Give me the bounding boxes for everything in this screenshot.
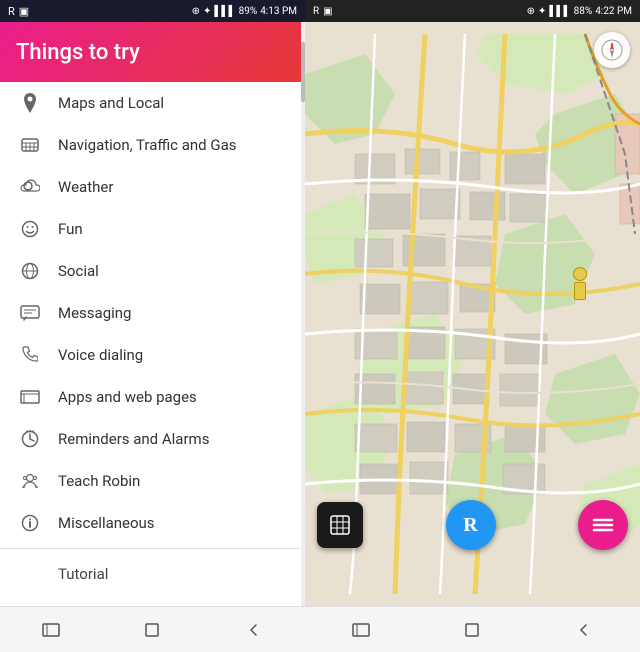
fun-icon bbox=[16, 218, 44, 240]
right-bottom-nav bbox=[305, 606, 640, 652]
right-notification: ▣ bbox=[323, 6, 332, 17]
messaging-icon bbox=[16, 302, 44, 324]
navigation-label: Navigation, Traffic and Gas bbox=[58, 136, 236, 154]
menu-divider bbox=[0, 548, 305, 549]
apps-label: Apps and web pages bbox=[58, 388, 197, 406]
menu-item-teach[interactable]: Teach Robin bbox=[0, 460, 305, 502]
prev-button-left[interactable] bbox=[234, 610, 274, 650]
time-left: 4:13 PM bbox=[260, 6, 297, 17]
app-header: Things to try bbox=[0, 22, 305, 82]
right-wifi: ⊕ bbox=[527, 6, 535, 17]
pegman-body bbox=[574, 282, 586, 300]
pin-icon bbox=[16, 92, 44, 114]
right-signal: ▌▌▌ bbox=[549, 6, 570, 17]
robin-button[interactable]: R bbox=[446, 500, 496, 550]
menu-item-apps[interactable]: Apps and web pages bbox=[0, 376, 305, 418]
apps-icon bbox=[16, 386, 44, 408]
navigation-icon bbox=[16, 134, 44, 156]
teach-label: Teach Robin bbox=[58, 472, 140, 490]
social-label: Social bbox=[58, 262, 99, 280]
map-grid-button[interactable] bbox=[317, 502, 363, 548]
right-time: 4:22 PM bbox=[595, 6, 632, 17]
menu-button[interactable] bbox=[578, 500, 628, 550]
teach-icon bbox=[16, 470, 44, 492]
notification-icon: ▣ bbox=[19, 5, 29, 18]
right-status-bar: R ▣ ⊕ ✦ ▌▌▌ 88% 4:22 PM bbox=[305, 0, 640, 22]
status-left: R ▣ bbox=[8, 5, 29, 18]
social-icon bbox=[16, 260, 44, 282]
weather-label: Weather bbox=[58, 178, 113, 196]
right-status-right: ⊕ ✦ ▌▌▌ 88% 4:22 PM bbox=[527, 6, 632, 17]
menu-item-messaging[interactable]: Messaging bbox=[0, 292, 305, 334]
wifi-icon: ⊕ bbox=[192, 6, 200, 17]
pegman-figure bbox=[570, 267, 590, 303]
messaging-label: Messaging bbox=[58, 304, 131, 322]
status-right: ⊕ ✦ ▌▌▌ 89% 4:13 PM bbox=[192, 6, 297, 17]
right-app-icon: R bbox=[313, 6, 319, 17]
pegman-head bbox=[573, 267, 587, 281]
reminders-label: Reminders and Alarms bbox=[58, 430, 209, 448]
menu-list: Maps and Local Navigation, Traffic and G… bbox=[0, 82, 305, 606]
submenu-tutorial[interactable]: Tutorial bbox=[0, 553, 305, 595]
back-button-right[interactable] bbox=[341, 610, 381, 650]
submenu-type-query[interactable]: Type query bbox=[0, 595, 305, 606]
menu-item-navigation[interactable]: Navigation, Traffic and Gas bbox=[0, 124, 305, 166]
weather-icon bbox=[16, 176, 44, 198]
left-panel: R ▣ ⊕ ✦ ▌▌▌ 89% 4:13 PM Things to try Ma… bbox=[0, 0, 305, 652]
compass-button[interactable]: N bbox=[594, 32, 630, 68]
prev-button-right[interactable] bbox=[564, 610, 604, 650]
home-button-left[interactable] bbox=[132, 610, 172, 650]
fun-label: Fun bbox=[58, 220, 83, 238]
phone-icon bbox=[16, 344, 44, 366]
map-area[interactable]: N R bbox=[305, 22, 640, 606]
menu-item-maps[interactable]: Maps and Local bbox=[0, 82, 305, 124]
left-bottom-nav bbox=[0, 606, 305, 652]
menu-item-fun[interactable]: Fun bbox=[0, 208, 305, 250]
home-button-right[interactable] bbox=[452, 610, 492, 650]
menu-item-voice[interactable]: Voice dialing bbox=[0, 334, 305, 376]
menu-item-reminders[interactable]: Reminders and Alarms bbox=[0, 418, 305, 460]
maps-label: Maps and Local bbox=[58, 94, 164, 112]
battery-level: 89% bbox=[239, 6, 258, 17]
menu-item-misc[interactable]: Miscellaneous bbox=[0, 502, 305, 544]
signal-bars: ▌▌▌ bbox=[214, 6, 235, 17]
voice-label: Voice dialing bbox=[58, 346, 143, 364]
right-bluetooth: ✦ bbox=[538, 6, 546, 17]
svg-text:N: N bbox=[611, 42, 614, 47]
reminders-icon bbox=[16, 428, 44, 450]
right-panel: R ▣ ⊕ ✦ ▌▌▌ 88% 4:22 PM bbox=[305, 0, 640, 652]
tutorial-label: Tutorial bbox=[58, 565, 108, 583]
menu-item-weather[interactable]: Weather bbox=[0, 166, 305, 208]
right-battery: 88% bbox=[574, 6, 593, 17]
header-title: Things to try bbox=[16, 40, 140, 65]
back-button-left[interactable] bbox=[31, 610, 71, 650]
misc-icon bbox=[16, 512, 44, 534]
app-icon-left: R bbox=[8, 5, 15, 18]
bluetooth-icon: ✦ bbox=[203, 6, 211, 17]
map-bottom-buttons: R bbox=[305, 500, 640, 550]
right-status-left: R ▣ bbox=[313, 6, 333, 17]
left-status-bar: R ▣ ⊕ ✦ ▌▌▌ 89% 4:13 PM bbox=[0, 0, 305, 22]
menu-item-social[interactable]: Social bbox=[0, 250, 305, 292]
robin-letter: R bbox=[463, 514, 477, 537]
misc-label: Miscellaneous bbox=[58, 514, 155, 532]
